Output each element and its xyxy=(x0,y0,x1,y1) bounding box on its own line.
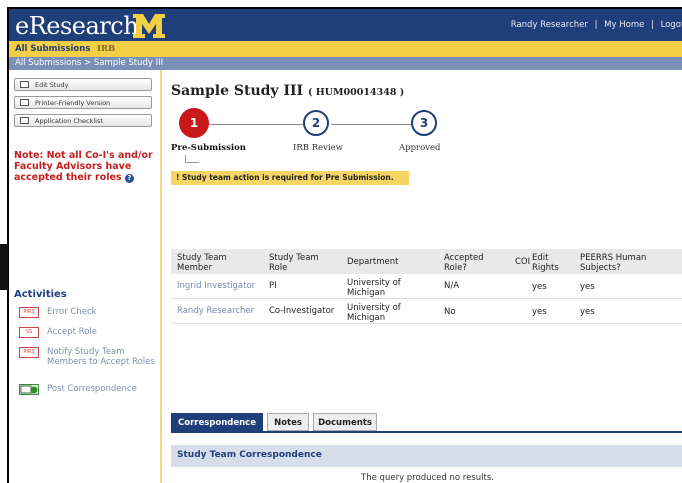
member-link[interactable]: Randy Researcher xyxy=(177,306,254,316)
app-frame: eResearch Randy Researcher | My Home | L… xyxy=(7,7,682,483)
accept-role-icon: SS xyxy=(19,327,39,338)
correspondence-heading: Study Team Correspondence xyxy=(171,445,682,467)
col-header: Accepted Role? xyxy=(444,253,484,273)
breadcrumb: All Submissions > Sample Study III xyxy=(9,57,682,70)
my-home-link[interactable]: My Home xyxy=(604,20,644,30)
activities-heading: Activities xyxy=(14,289,67,300)
error-check-icon: PIRS xyxy=(19,307,39,318)
app-logo[interactable]: eResearch xyxy=(15,12,139,40)
button-label: Edit Study xyxy=(35,81,69,89)
step-1-circle: 1 xyxy=(179,108,209,138)
irb-link[interactable]: IRB xyxy=(97,44,115,54)
sidebar: Edit Study Printer-Friendly Version Appl… xyxy=(9,70,162,483)
button-label: Application Checklist xyxy=(35,117,103,125)
notify-icon: PIRS xyxy=(19,347,39,358)
help-icon[interactable]: ? xyxy=(124,174,134,183)
department-cell: University of Michigan xyxy=(347,278,401,298)
button-label: Printer-Friendly Version xyxy=(35,99,111,107)
peerrs-cell: yes xyxy=(580,282,595,292)
department-cell: University of Michigan xyxy=(347,303,401,323)
activity-label: Error Check xyxy=(47,307,97,317)
action-required-notice: ! Study team action is required for Pre … xyxy=(171,171,409,185)
page-title: Sample Study III ( HUM00014348 ) xyxy=(171,83,404,99)
col-header: COI xyxy=(515,257,531,267)
role-cell: Co-Investigator xyxy=(269,306,335,316)
col-header: Edit Rights xyxy=(532,253,559,273)
study-icon xyxy=(20,81,29,88)
empty-results-message: The query produced no results. xyxy=(361,473,494,483)
step-1-label: Pre-Submission xyxy=(171,143,246,153)
member-link[interactable]: Ingrid Investigator xyxy=(177,281,255,291)
edit-rights-cell: yes xyxy=(532,307,547,317)
tab-notes[interactable]: Notes xyxy=(267,413,309,431)
printer-friendly-button[interactable]: Printer-Friendly Version xyxy=(14,96,152,109)
correspondence-panel: Study Team Correspondence The query prod… xyxy=(171,431,682,483)
user-name-link[interactable]: Randy Researcher xyxy=(511,20,588,30)
study-team-table: Study Team Member Study Team Role Depart… xyxy=(171,249,682,324)
col-header: PEERRS Human Subjects? xyxy=(580,253,647,273)
step-connector xyxy=(201,124,303,125)
user-links: Randy Researcher | My Home | Logof xyxy=(507,20,682,30)
col-header: Department xyxy=(347,257,399,267)
peerrs-cell: yes xyxy=(580,307,595,317)
table-row: Ingrid Investigator PI University of Mic… xyxy=(171,274,682,299)
table-header: Study Team Member Study Team Role Depart… xyxy=(171,249,682,274)
printer-icon xyxy=(20,99,29,106)
all-submissions-link[interactable]: All Submissions xyxy=(15,44,90,54)
study-code: ( HUM00014348 ) xyxy=(307,87,405,98)
activity-label: Notify Study Team Members to Accept Role… xyxy=(47,347,155,367)
correspondence-icon xyxy=(19,384,39,395)
activity-label: Accept Role xyxy=(47,327,97,337)
col-header: Study Team Member xyxy=(177,253,227,273)
co-investigator-warning: Note: Not all Co-I's and/or Faculty Advi… xyxy=(14,150,160,183)
top-header: eResearch Randy Researcher | My Home | L… xyxy=(9,9,682,41)
workflow-steps: 1 2 3 Pre-Submission IRB Review Approved xyxy=(171,105,471,165)
table-row: Randy Researcher Co-Investigator Univers… xyxy=(171,299,682,324)
step-3-circle: 3 xyxy=(411,110,437,136)
divider: | xyxy=(594,20,598,30)
sub-navigation: All Submissions IRB xyxy=(9,41,682,57)
application-checklist-button[interactable]: Application Checklist xyxy=(14,114,152,127)
step-2-circle: 2 xyxy=(303,110,329,136)
study-title: Sample Study III xyxy=(171,83,304,99)
edit-rights-cell: yes xyxy=(532,282,547,292)
step-3-label: Approved xyxy=(399,143,441,153)
step-indicator xyxy=(185,155,199,163)
divider: | xyxy=(651,20,654,30)
logoff-link[interactable]: Logof xyxy=(661,20,682,30)
step-2-label: IRB Review xyxy=(293,143,343,153)
accepted-cell: No xyxy=(444,307,456,317)
correspondence-heading-text: Study Team Correspondence xyxy=(177,450,322,460)
notice-text: ! Study team action is required for Pre … xyxy=(176,173,394,182)
role-cell: PI xyxy=(269,281,277,291)
edge-marker xyxy=(0,244,8,290)
tab-correspondence[interactable]: Correspondence xyxy=(171,413,263,431)
envelope-plus-icon xyxy=(20,385,38,394)
university-m-logo xyxy=(133,14,165,38)
activity-label: Post Correspondence xyxy=(47,384,137,394)
edit-study-button[interactable]: Edit Study xyxy=(14,78,152,91)
tab-documents[interactable]: Documents xyxy=(313,413,377,431)
checklist-icon xyxy=(20,117,29,124)
step-connector xyxy=(331,124,411,125)
accepted-cell: N/A xyxy=(444,281,460,291)
col-header: Study Team Role xyxy=(269,253,319,273)
breadcrumb-text[interactable]: All Submissions > Sample Study III xyxy=(15,58,163,68)
